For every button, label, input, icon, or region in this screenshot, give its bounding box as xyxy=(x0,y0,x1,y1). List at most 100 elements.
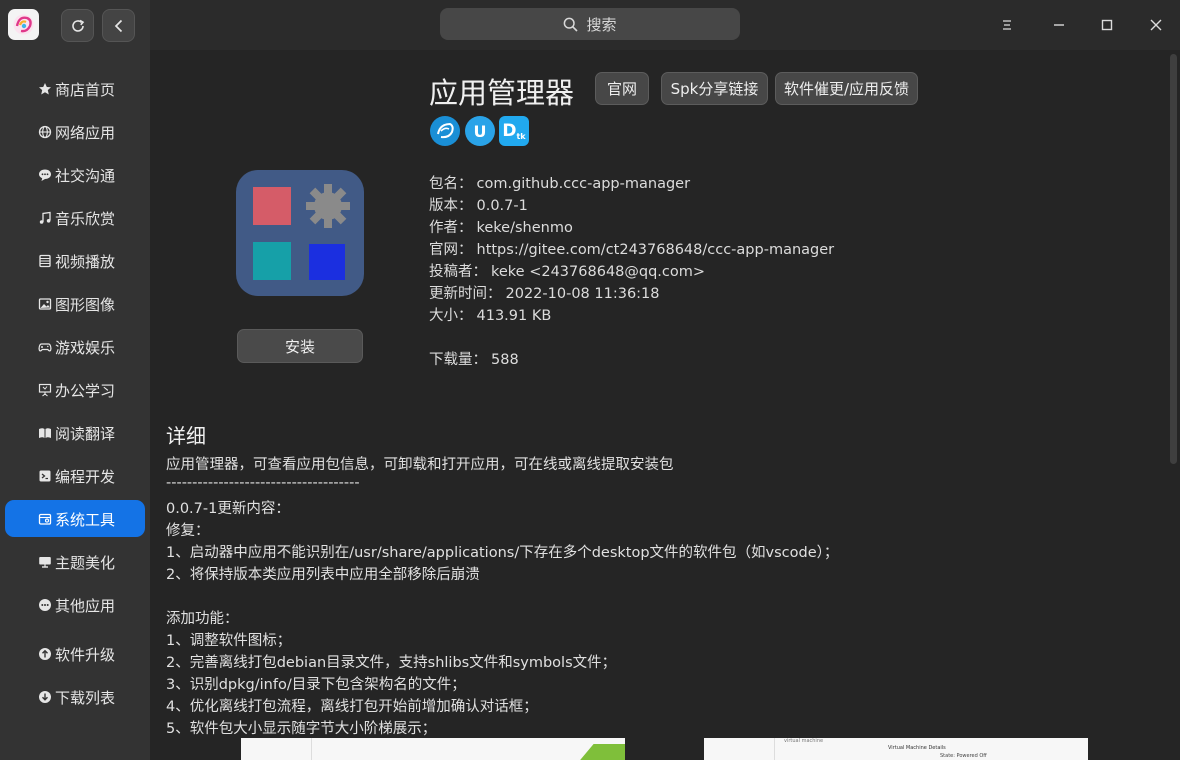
close-icon xyxy=(1150,19,1162,31)
sidebar-item-home[interactable]: 商店首页 xyxy=(5,70,145,107)
details-line: 4、优化离线打包流程，离线打包开始前增加确认对话框； xyxy=(166,699,538,715)
info-website: 官网： https://gitee.com/ct243768648/ccc-app… xyxy=(429,238,834,259)
menu-button[interactable] xyxy=(995,13,1019,37)
scrollbar[interactable] xyxy=(1170,54,1177,464)
sidebar-item-video[interactable]: 视频播放 xyxy=(5,242,145,279)
sidebar-item-label: 游戏娱乐 xyxy=(55,339,116,357)
info-value: 413.91 KB xyxy=(476,308,552,324)
download-icon xyxy=(37,689,52,704)
sidebar-item-reading[interactable]: 阅读翻译 xyxy=(5,414,145,451)
info-value: 0.0.7-1 xyxy=(476,198,528,214)
screenshot-thumbnail[interactable] xyxy=(241,738,625,760)
image-icon xyxy=(37,296,52,311)
sidebar-item-upgrade[interactable]: 软件升级 xyxy=(5,635,145,672)
info-package: 包名： com.github.ccc-app-manager xyxy=(429,172,690,193)
maximize-icon xyxy=(1101,19,1113,31)
sidebar-item-label: 音乐欣赏 xyxy=(55,210,116,228)
sidebar-item-office[interactable]: 办公学习 xyxy=(5,371,145,408)
search-icon xyxy=(564,17,579,32)
sidebar-item-social[interactable]: 社交沟通 xyxy=(5,156,145,193)
back-button[interactable] xyxy=(102,9,135,42)
search-box[interactable]: 搜索 xyxy=(440,8,740,40)
sidebar-item-label: 视频播放 xyxy=(55,253,116,271)
details-heading: 详细 xyxy=(166,424,206,448)
upgrade-icon xyxy=(37,646,52,661)
sidebar-item-label: 阅读翻译 xyxy=(55,425,116,443)
info-value: keke/shenmo xyxy=(476,220,573,236)
info-size: 大小： 413.91 KB xyxy=(429,304,551,325)
sidebar-item-label: 办公学习 xyxy=(55,382,116,400)
sidebar-item-label: 网络应用 xyxy=(55,124,116,142)
sidebar-item-games[interactable]: 游戏娱乐 xyxy=(5,328,145,365)
sidebar-item-label: 其他应用 xyxy=(55,597,116,615)
dtk-icon-letter: D xyxy=(502,121,517,141)
sidebar: 商店首页 网络应用 社交沟通 音乐欣赏 视频播放 图形图像 游戏娱乐 办公学习 xyxy=(0,50,150,760)
search-label: 搜索 xyxy=(586,15,617,34)
share-link-button[interactable]: Spk分享链接 xyxy=(661,72,768,105)
details-line: 1、启动器中应用不能识别在/usr/share/applications/下存在… xyxy=(166,545,839,561)
monitor-icon xyxy=(37,554,52,569)
install-button[interactable]: 安装 xyxy=(237,329,363,363)
app-icon xyxy=(236,170,364,296)
sidebar-item-system-tools[interactable]: 系统工具 xyxy=(5,500,145,537)
sidebar-item-label: 系统工具 xyxy=(55,511,116,529)
info-key: 版本： xyxy=(429,198,473,214)
terminal-icon xyxy=(37,468,52,483)
more-icon xyxy=(37,597,52,612)
book-icon xyxy=(37,425,52,440)
sidebar-item-label: 社交沟通 xyxy=(55,167,116,185)
star-icon xyxy=(37,81,52,96)
sidebar-item-development[interactable]: 编程开发 xyxy=(5,457,145,494)
screenshot-state-value: Powered Off xyxy=(956,753,987,759)
feedback-button[interactable]: 软件催更/应用反馈 xyxy=(775,72,918,105)
maximize-button[interactable] xyxy=(1095,13,1119,37)
screenshot-thumbnail[interactable]: virtual machine Virtual Machine Details … xyxy=(704,738,1088,760)
sidebar-item-others[interactable]: 其他应用 xyxy=(5,586,145,623)
minimize-button[interactable] xyxy=(1047,13,1071,37)
sidebar-item-label: 下载列表 xyxy=(55,689,116,707)
details-line: 5、软件包大小显示随字节大小阶梯展示； xyxy=(166,721,437,737)
sidebar-item-downloads[interactable]: 下载列表 xyxy=(5,678,145,715)
info-author: 作者： keke/shenmo xyxy=(429,216,573,237)
app-window: 搜索 商店首页 网络应用 社交沟通 音乐欣赏 视频播放 图形图像 游戏娱乐 办公… xyxy=(0,0,1180,760)
chevron-left-icon xyxy=(114,19,122,32)
info-contributor: 投稿者： keke <243768648@qq.com> xyxy=(429,260,705,281)
dtk-icon: Dtk xyxy=(499,116,529,146)
details-line: ------------------------------------- xyxy=(166,475,360,491)
sidebar-item-label: 软件升级 xyxy=(55,646,116,664)
minimize-icon xyxy=(1054,24,1064,26)
screenshot-heading: Virtual Machine Details xyxy=(888,745,946,751)
info-value[interactable]: https://gitee.com/ct243768648/ccc-app-ma… xyxy=(477,242,835,258)
sidebar-item-network[interactable]: 网络应用 xyxy=(5,113,145,150)
sidebar-item-graphics[interactable]: 图形图像 xyxy=(5,285,145,322)
info-value: 588 xyxy=(491,352,519,368)
video-icon xyxy=(37,253,52,268)
info-version: 版本： 0.0.7-1 xyxy=(429,194,528,215)
gamepad-icon xyxy=(37,339,52,354)
info-key: 大小： xyxy=(429,308,473,324)
details-line: 应用管理器，可查看应用包信息，可卸载和打开应用，可在线或离线提取安装包 xyxy=(166,457,674,473)
official-site-button[interactable]: 官网 xyxy=(595,72,649,105)
screenshot-state: State: Powered Off xyxy=(940,753,987,759)
app-title: 应用管理器 xyxy=(429,76,575,110)
close-button[interactable] xyxy=(1144,13,1168,37)
refresh-button[interactable] xyxy=(61,9,94,42)
info-value: keke <243768648@qq.com> xyxy=(491,264,706,280)
toolbox-icon xyxy=(37,511,52,526)
details-line: 1、调整软件图标； xyxy=(166,633,292,649)
info-key: 官网： xyxy=(429,242,473,258)
sidebar-item-label: 主题美化 xyxy=(55,554,116,572)
sidebar-item-music[interactable]: 音乐欣赏 xyxy=(5,199,145,236)
screenshot-state-key: State: xyxy=(940,753,955,759)
globe-icon xyxy=(37,124,52,139)
dtk-icon-suffix: tk xyxy=(516,131,526,141)
sidebar-item-themes[interactable]: 主题美化 xyxy=(5,543,145,580)
info-value: 2022-10-08 11:36:18 xyxy=(505,286,660,302)
sidebar-item-label: 编程开发 xyxy=(55,468,116,486)
details-line: 2、将保持版本类应用列表中应用全部移除后崩溃 xyxy=(166,567,480,583)
info-downloads: 下载量： 588 xyxy=(429,348,519,369)
sidebar-item-label: 商店首页 xyxy=(55,81,116,99)
deepin-icon xyxy=(430,116,460,146)
presentation-icon xyxy=(37,382,52,397)
details-line: 修复： xyxy=(166,523,210,539)
